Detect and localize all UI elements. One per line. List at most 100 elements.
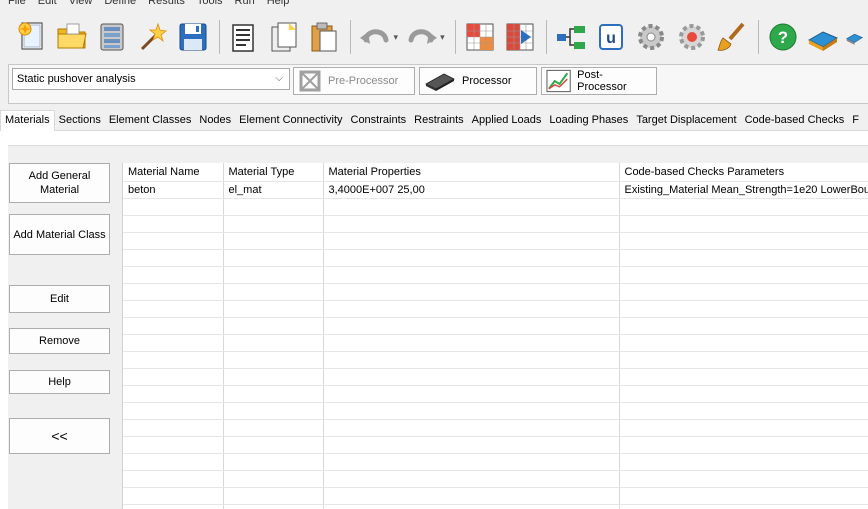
empty-table-row — [123, 402, 868, 420]
collapse-button[interactable]: << — [9, 418, 110, 454]
wizard-button[interactable] — [135, 18, 171, 56]
empty-cell — [123, 300, 224, 318]
copy-button[interactable] — [266, 18, 302, 56]
help-side-button[interactable]: Help — [9, 370, 110, 394]
tab-applied-loads[interactable]: Applied Loads — [468, 111, 546, 130]
empty-cell — [619, 504, 868, 509]
cell-material-properties[interactable]: 3,4000E+007 25,00 — [323, 181, 620, 199]
paste-button[interactable] — [306, 18, 342, 56]
column-header-material-name[interactable]: Material Name — [123, 163, 224, 182]
empty-cell — [323, 334, 620, 352]
copy-icon — [271, 22, 297, 52]
pre-processor-button[interactable]: Pre-Processor — [293, 67, 415, 95]
save-button[interactable] — [175, 18, 211, 56]
report-button[interactable] — [226, 18, 262, 56]
post-processor-button[interactable]: Post-Processor — [541, 67, 657, 95]
cell-code-checks[interactable]: Existing_Material Mean_Strength=1e20 Low… — [619, 181, 868, 199]
tab-loading-phases[interactable]: Loading Phases — [545, 111, 632, 130]
empty-cell — [323, 266, 620, 284]
empty-cell — [123, 283, 224, 301]
cell-material-name[interactable]: beton — [123, 181, 224, 199]
empty-table-row — [123, 300, 868, 318]
u-button[interactable]: u — [593, 18, 629, 56]
empty-cell — [223, 249, 324, 267]
table-row[interactable]: beton el_mat 3,4000E+007 25,00 Existing_… — [123, 181, 868, 199]
empty-table-row — [123, 419, 868, 437]
processor-button[interactable]: Processor — [419, 67, 537, 95]
menu-help[interactable]: Help — [261, 0, 296, 9]
manual-button[interactable] — [805, 18, 841, 56]
empty-cell — [223, 198, 324, 216]
open-button[interactable] — [54, 18, 90, 56]
menu-edit[interactable]: Edit — [32, 0, 63, 9]
empty-table-row — [123, 334, 868, 352]
add-general-material-button[interactable]: Add General Material — [9, 163, 110, 203]
edit-button[interactable]: Edit — [9, 285, 110, 313]
input-grid-icon — [466, 23, 494, 51]
help-button[interactable]: ? — [765, 18, 801, 56]
database-button[interactable] — [94, 18, 130, 56]
empty-cell — [323, 368, 620, 386]
undo-dropdown-icon[interactable]: ▾ — [393, 32, 398, 43]
empty-cell — [123, 232, 224, 250]
add-material-class-button[interactable]: Add Material Class — [9, 214, 110, 255]
menu-define[interactable]: Define — [98, 0, 142, 9]
column-header-material-type[interactable]: Material Type — [223, 163, 324, 182]
cell-material-type[interactable]: el_mat — [223, 181, 324, 199]
tab-constraints[interactable]: Constraints — [347, 111, 411, 130]
input-grid-button[interactable] — [462, 18, 498, 56]
empty-cell — [223, 487, 324, 505]
empty-cell — [323, 470, 620, 488]
settings-button[interactable] — [633, 18, 669, 56]
run-grid-icon — [506, 23, 534, 51]
undo-button[interactable] — [357, 18, 393, 56]
extra-book-button[interactable] — [845, 18, 864, 56]
menu-file[interactable]: File — [2, 0, 32, 9]
tab-element-classes[interactable]: Element Classes — [105, 111, 196, 130]
empty-cell — [223, 317, 324, 335]
tab-materials[interactable]: Materials — [0, 110, 55, 131]
empty-cell — [619, 368, 868, 386]
column-header-code-checks[interactable]: Code-based Checks Parameters — [619, 163, 868, 182]
empty-cell — [123, 436, 224, 454]
column-header-material-properties[interactable]: Material Properties — [323, 163, 620, 182]
save-icon — [179, 23, 207, 51]
empty-table-row — [123, 351, 868, 369]
menu-tools[interactable]: Tools — [191, 0, 229, 9]
empty-cell — [223, 436, 324, 454]
tab-nodes[interactable]: Nodes — [195, 111, 235, 130]
empty-cell — [223, 470, 324, 488]
menu-results[interactable]: Results — [142, 0, 191, 9]
redo-button[interactable] — [404, 18, 440, 56]
empty-cell — [223, 266, 324, 284]
empty-cell — [619, 470, 868, 488]
empty-table-row — [123, 249, 868, 267]
empty-cell — [123, 198, 224, 216]
empty-cell — [619, 317, 868, 335]
book-icon — [846, 33, 864, 45]
remove-button[interactable]: Remove — [9, 328, 110, 354]
run-grid-button[interactable] — [502, 18, 538, 56]
menu-view[interactable]: View — [63, 0, 99, 9]
tab-sections[interactable]: Sections — [55, 111, 105, 130]
analysis-type-select[interactable]: Static pushover analysis ⌵ — [12, 68, 290, 90]
empty-cell — [123, 266, 224, 284]
tab-target-displacement[interactable]: Target Displacement — [632, 111, 740, 130]
tab-element-connectivity[interactable]: Element Connectivity — [235, 111, 346, 130]
empty-cell — [323, 300, 620, 318]
tab-code-based-checks[interactable]: Code-based Checks — [741, 111, 849, 130]
tab-restraints[interactable]: Restraints — [410, 111, 468, 130]
materials-inner: Add General Material Add Material Class … — [8, 145, 868, 509]
gear-star-icon — [678, 24, 705, 50]
empty-cell — [123, 215, 224, 233]
brush-button[interactable] — [714, 18, 750, 56]
report-icon — [232, 24, 254, 52]
tree-button[interactable] — [553, 18, 589, 56]
new-project-button[interactable] — [14, 18, 50, 56]
tab-overflow[interactable]: F — [848, 111, 863, 130]
redo-dropdown-icon[interactable]: ▾ — [440, 32, 445, 43]
materials-panel: Add General Material Add Material Class … — [0, 131, 868, 509]
empty-cell — [619, 215, 868, 233]
menu-run[interactable]: Run — [229, 0, 261, 9]
gear-star-button[interactable] — [673, 18, 709, 56]
